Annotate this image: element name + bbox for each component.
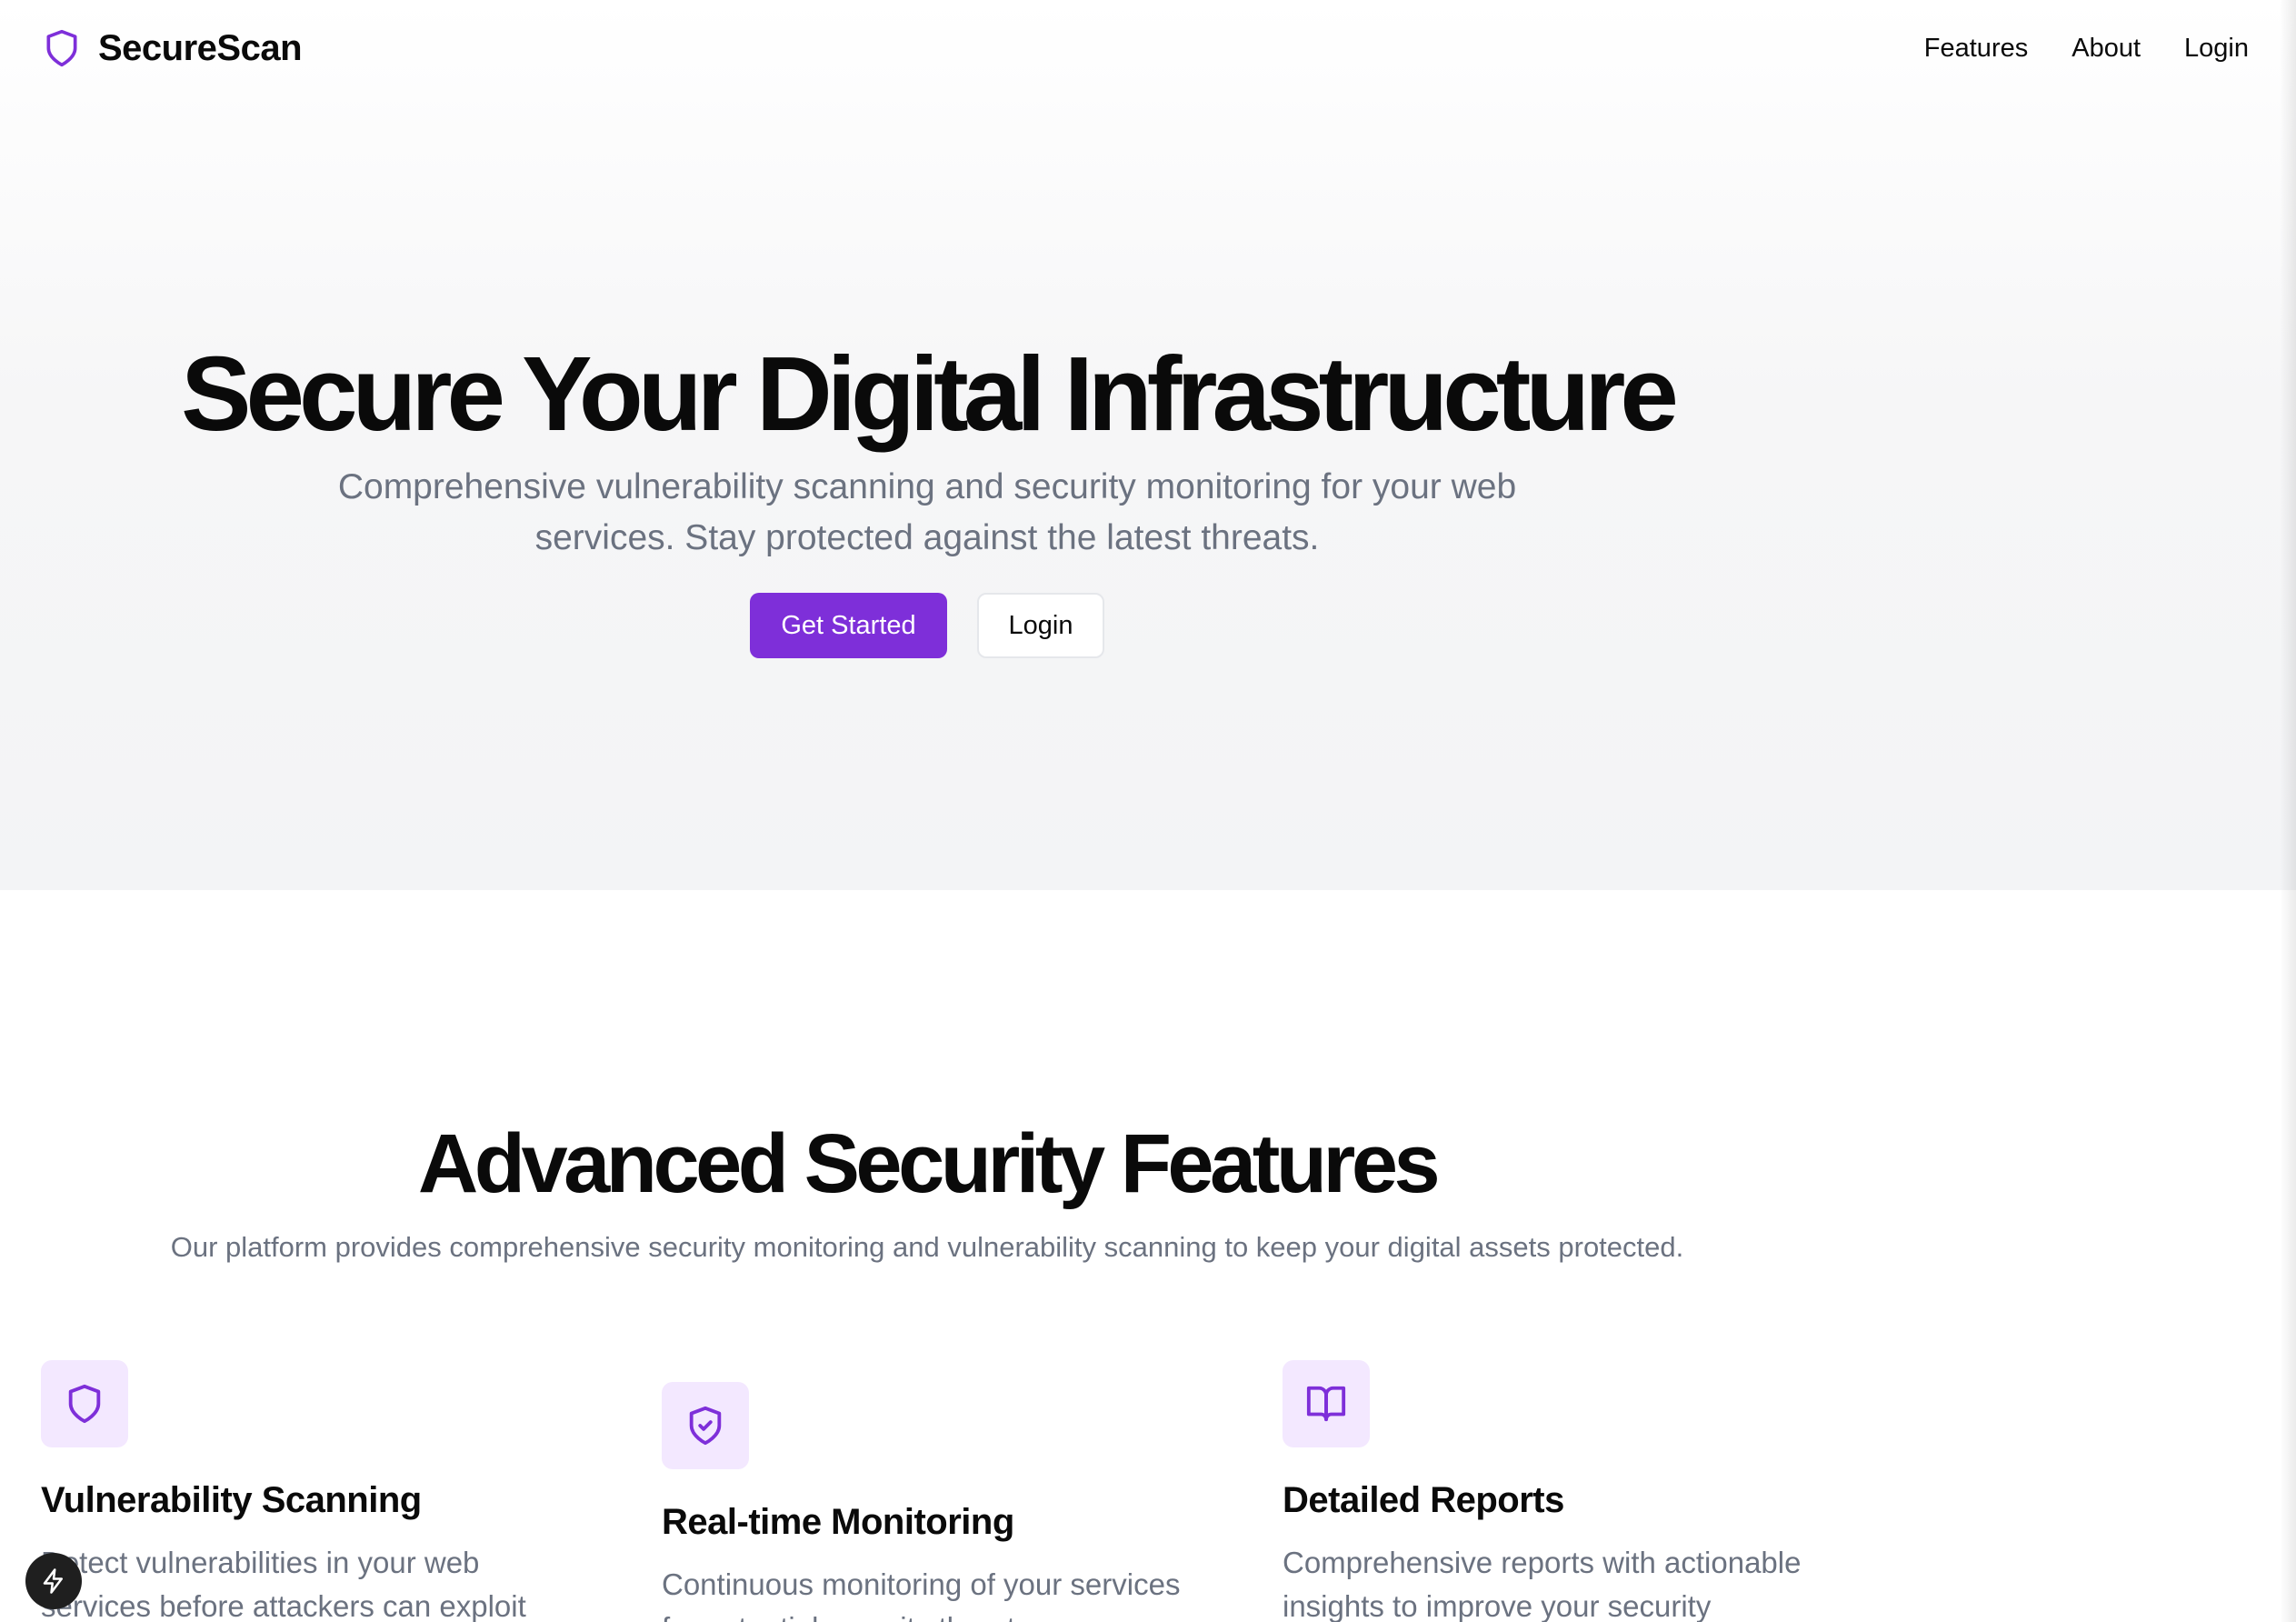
feature-description-line: Comprehensive reports with actionable bbox=[1283, 1546, 1802, 1579]
brand[interactable]: SecureScan bbox=[42, 26, 303, 70]
feature-description: Comprehensive reports with actionable in… bbox=[1283, 1541, 1810, 1622]
hero-subtitle: Comprehensive vulnerability scanning and… bbox=[309, 462, 1545, 564]
hero-subtitle-line-1: Comprehensive vulnerability scanning and… bbox=[337, 467, 1517, 506]
book-open-icon bbox=[1306, 1386, 1346, 1422]
hero-subtitle-line-2: services. Stay protected against the lat… bbox=[534, 518, 1320, 557]
lightning-icon bbox=[43, 1568, 63, 1594]
shield-icon bbox=[68, 1384, 101, 1424]
features-title: Advanced Security Features bbox=[417, 1117, 1441, 1210]
shield-icon bbox=[46, 29, 77, 67]
feature-description-line: services before attackers can exploit bbox=[41, 1589, 526, 1622]
feature-icon-box bbox=[41, 1360, 128, 1447]
main-nav: Features About Login bbox=[1924, 34, 2249, 64]
feature-title: Real-time Monitoring bbox=[662, 1502, 1014, 1542]
landing-page: Secure Your Digital Infrastructure Compr… bbox=[0, 0, 2296, 1622]
feature-description-line: for potential security threats bbox=[662, 1611, 1030, 1622]
feature-icon-box bbox=[1283, 1360, 1370, 1447]
hero-buttons: Get Started Login bbox=[0, 593, 1854, 658]
hero-login-button[interactable]: Login bbox=[977, 593, 1104, 658]
feature-card-real-time-monitoring: Real-time Monitoring Continuous monitori… bbox=[662, 1382, 1243, 1622]
feature-icon-box bbox=[662, 1382, 749, 1469]
feature-title: Detailed Reports bbox=[1283, 1480, 1564, 1520]
brand-name: SecureScan bbox=[98, 27, 303, 68]
hero-section: Secure Your Digital Infrastructure Compr… bbox=[0, 0, 2296, 890]
feature-card-vulnerability-scanning: Vulnerability Scanning Detect vulnerabil… bbox=[41, 1360, 623, 1622]
shield-check-icon bbox=[689, 1406, 722, 1446]
feature-description-line: insights to improve your security bbox=[1283, 1589, 1712, 1622]
feature-description-line: Detect vulnerabilities in your web bbox=[41, 1546, 480, 1579]
feature-description: Continuous monitoring of your services f… bbox=[662, 1563, 1189, 1622]
nav-login-link[interactable]: Login bbox=[2184, 34, 2249, 64]
feature-description: Detect vulnerabilities in your web servi… bbox=[41, 1541, 568, 1622]
page-edge-shadow bbox=[2280, 0, 2296, 1622]
hero-title: Secure Your Digital Infrastructure bbox=[181, 335, 1679, 453]
feature-title: Vulnerability Scanning bbox=[41, 1480, 422, 1520]
feature-description-line: Continuous monitoring of your services bbox=[662, 1567, 1181, 1601]
dev-tools-button[interactable] bbox=[25, 1553, 82, 1609]
top-navbar: SecureScan Features About Login bbox=[0, 0, 2296, 96]
nav-features-link[interactable]: Features bbox=[1924, 34, 2028, 64]
feature-card-detailed-reports: Detailed Reports Comprehensive reports w… bbox=[1283, 1360, 1864, 1622]
nav-about-link[interactable]: About bbox=[2071, 34, 2141, 64]
get-started-button[interactable]: Get Started bbox=[750, 593, 947, 658]
features-subtitle: Our platform provides comprehensive secu… bbox=[170, 1231, 1684, 1263]
